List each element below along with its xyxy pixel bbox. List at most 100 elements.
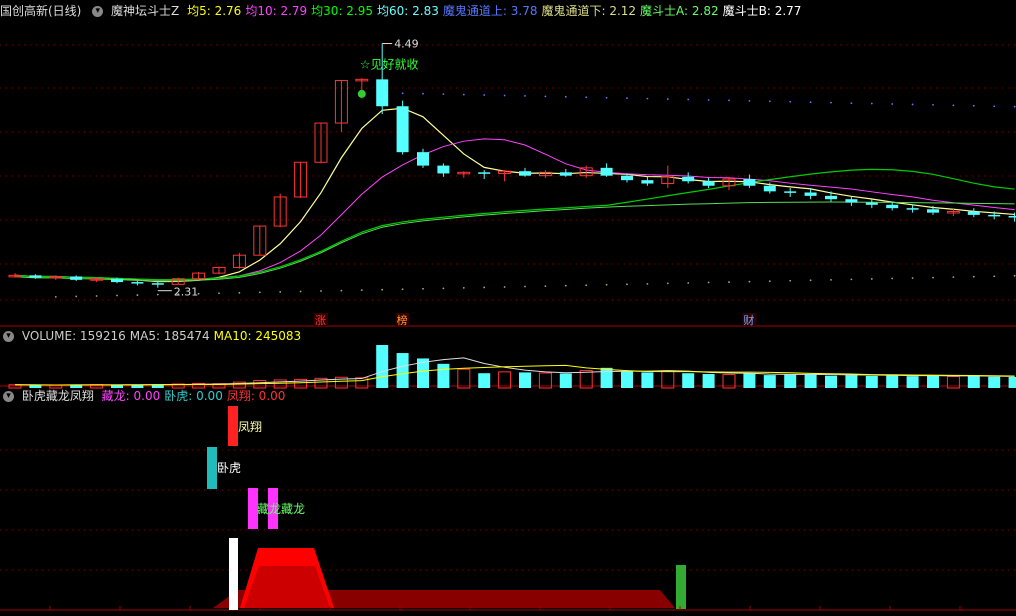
indicator-title[interactable]: 卧虎藏龙凤翔 — [22, 389, 94, 403]
channel-dot — [1013, 274, 1016, 277]
channel-dot — [299, 290, 302, 293]
candle-body — [29, 275, 42, 278]
channel-dot — [626, 97, 628, 100]
ma60-line — [14, 201, 1015, 282]
channel-dot — [891, 277, 894, 280]
candle-body — [437, 165, 450, 174]
channel-dot — [809, 101, 812, 104]
volume-bar — [641, 372, 654, 388]
volume-bar — [784, 374, 797, 388]
volume-bar — [396, 353, 409, 388]
candle-body — [804, 192, 817, 196]
channel-dot — [564, 284, 567, 287]
channel-dot — [605, 96, 608, 99]
volume-bar — [661, 370, 675, 389]
volume-bar — [865, 375, 878, 388]
channel-dot — [932, 103, 934, 106]
signal-dot — [357, 89, 366, 98]
channel-dot — [524, 95, 526, 97]
channel-dot — [728, 99, 730, 102]
channel-dot — [850, 278, 853, 281]
volume-bar — [376, 345, 389, 388]
channel-dot — [156, 293, 159, 296]
ma-item: 均5: 2.76 — [187, 4, 242, 18]
ind-item: 卧虎: 0.00 — [164, 389, 223, 403]
stock-name: 国创高新(日线) — [0, 4, 82, 18]
candle-body — [886, 204, 899, 209]
vol-item: MA5: 185474 — [129, 329, 210, 343]
channel-dot — [952, 276, 955, 279]
volume-bar — [702, 374, 715, 388]
chevron-down-icon[interactable]: ▾ — [3, 391, 14, 402]
volume-bar — [906, 376, 919, 388]
canglong-label: 藏龙藏龙 — [257, 502, 305, 516]
channel-dot — [462, 287, 465, 289]
red-trapezoid-inner — [244, 566, 330, 608]
chevron-down-icon[interactable]: ▾ — [3, 331, 14, 342]
candle-body — [682, 176, 695, 182]
channel-dot — [748, 99, 751, 102]
channel-dot — [626, 283, 628, 286]
candle-body — [906, 208, 919, 210]
volume-bar — [600, 367, 613, 388]
volume-bar — [559, 373, 572, 388]
channel-dot — [340, 289, 343, 292]
volume-bar — [682, 373, 695, 388]
candle-body — [845, 199, 858, 203]
main-header: 国创高新(日线) ▾ 魔神坛斗士Z 均5: 2.76 均10: 2.79 均30: … — [0, 2, 809, 20]
channel-dot — [830, 278, 832, 281]
channel-dot — [870, 102, 873, 105]
channel-dot — [972, 275, 975, 278]
channel-dot — [503, 94, 506, 97]
candle-body — [784, 191, 797, 193]
candle-body — [1008, 216, 1016, 218]
candle-body — [131, 282, 144, 284]
channel-dot — [585, 96, 588, 99]
channel-dot — [768, 280, 771, 283]
candle-body — [396, 106, 409, 153]
channel-dot — [646, 97, 649, 100]
fengxiang-bar — [228, 406, 238, 446]
chevron-down-icon[interactable]: ▾ — [92, 6, 104, 17]
channel-dot — [320, 290, 322, 292]
ma30-line — [14, 168, 1015, 281]
volume-bar — [804, 374, 817, 388]
channel-dot — [585, 284, 588, 287]
channel-dot — [687, 282, 690, 284]
channel-dot — [972, 104, 975, 107]
channel-dot — [646, 282, 649, 285]
channel-dot — [401, 288, 404, 291]
channel-dot — [238, 291, 241, 294]
channel-dot — [422, 92, 424, 95]
candle-body — [865, 202, 878, 205]
ma-item: 均10: 2.79 — [245, 4, 308, 18]
candle-body — [70, 276, 83, 280]
channel-dot — [809, 279, 812, 282]
channel-dot — [218, 292, 220, 295]
candle-body — [702, 181, 715, 186]
volume-header: ▾ VOLUME: 159216 MA5: 185474 MA10: 245083 — [0, 327, 309, 345]
channel-dot — [422, 287, 424, 290]
channel-dot — [687, 98, 690, 101]
indicator-name[interactable]: 魔神坛斗士Z — [111, 4, 179, 18]
channel-dot — [993, 105, 996, 108]
candle-body — [376, 79, 389, 107]
volume-bar — [825, 375, 837, 388]
channel-dot — [524, 285, 526, 288]
candle-body — [519, 171, 531, 176]
tag-label: 榜 — [397, 313, 408, 327]
signal-label: ☆见好就收 — [360, 57, 419, 71]
candle-body — [417, 152, 429, 166]
ma-item: 魔鬼通道下: 2.12 — [541, 4, 637, 18]
channel-dot — [401, 92, 404, 95]
volume-bar — [763, 375, 776, 388]
channel-dot — [768, 100, 771, 103]
channel-dot — [258, 291, 261, 294]
candle-body — [151, 283, 164, 285]
channel-dot — [666, 282, 669, 285]
volume-bar — [743, 373, 756, 388]
channel-dot — [993, 275, 996, 278]
channel-dot — [789, 279, 792, 282]
tag-label: 财 — [743, 313, 754, 327]
channel-dot — [95, 295, 98, 297]
